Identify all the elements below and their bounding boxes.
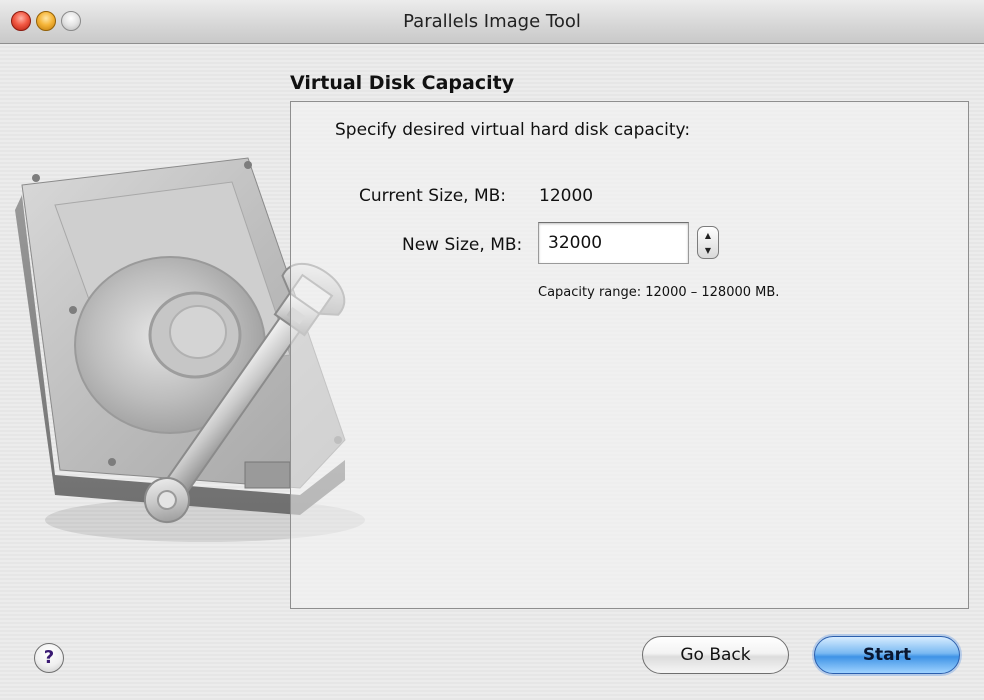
current-size-label: Current Size, MB:: [359, 186, 507, 206]
new-size-input[interactable]: [538, 222, 689, 264]
section-title: Virtual Disk Capacity: [290, 72, 515, 94]
current-size-value: 12000: [539, 186, 594, 206]
stepper-up-icon[interactable]: ▲: [698, 228, 718, 243]
go-back-button[interactable]: Go Back: [642, 636, 789, 674]
title-bar[interactable]: Parallels Image Tool: [0, 0, 984, 44]
new-size-label: New Size, MB:: [402, 235, 523, 255]
new-size-stepper[interactable]: ▲ ▼: [697, 226, 719, 259]
capacity-panel: [290, 101, 969, 609]
window-title: Parallels Image Tool: [403, 11, 581, 32]
capacity-range-note: Capacity range: 12000 – 128000 MB.: [538, 285, 780, 300]
stepper-down-icon[interactable]: ▼: [698, 243, 718, 258]
help-button[interactable]: ?: [34, 643, 64, 673]
app-window: Parallels Image Tool Virtual Disk Capaci…: [0, 0, 984, 700]
start-button[interactable]: Start: [814, 636, 960, 674]
capacity-prompt: Specify desired virtual hard disk capaci…: [335, 120, 691, 140]
